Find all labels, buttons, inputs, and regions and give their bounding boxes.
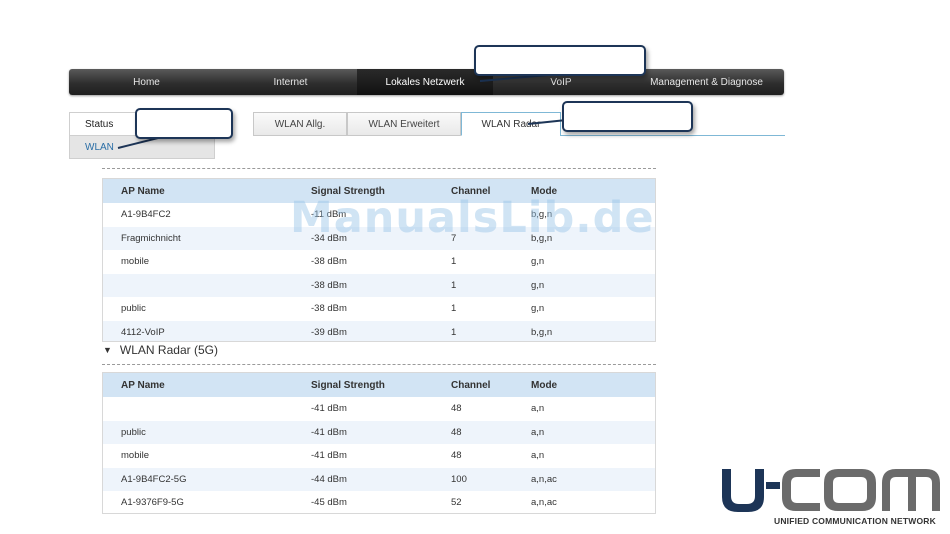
cell-ap-name: A1-9B4FC2 [121, 209, 171, 221]
nav-management-diagnose[interactable]: Management & Diagnose [629, 69, 784, 95]
cell-ap-name: public [121, 303, 146, 315]
table-row: 4112-VoIP -39 dBm 1 b,g,n [103, 320, 655, 341]
cell-channel: 100 [451, 473, 467, 485]
table-header: AP Name Signal Strength Channel Mode [103, 373, 655, 397]
cell-mode: a,n [531, 403, 545, 415]
cell-channel: 1 [451, 303, 457, 315]
logo-tagline: UNIFIED COMMUNICATION NETWORK [774, 516, 936, 526]
cell-ap-name: A1-9B4FC2-5G [121, 473, 187, 485]
cell-mode: a,n,ac [531, 473, 557, 485]
tab-wlan-allg[interactable]: WLAN Allg. [253, 112, 347, 136]
cell-signal: -39 dBm [311, 326, 347, 338]
cell-mode: a,n [531, 450, 545, 462]
callout-box-nav [474, 45, 646, 76]
section-toggle-5g[interactable]: ▼ WLAN Radar (5G) [103, 343, 218, 357]
cell-signal: -38 dBm [311, 256, 347, 268]
table-row: A1-9B4FC2-5G -44 dBm 100 a,n,ac [103, 467, 655, 491]
table-row: A1-9376F9-5G -45 dBm 52 a,n,ac [103, 491, 655, 515]
table-row: public -38 dBm 1 g,n [103, 297, 655, 321]
section-divider [102, 364, 656, 365]
tab-underline [560, 135, 785, 136]
cell-signal: -44 dBm [311, 473, 347, 485]
cell-mode: g,n [531, 256, 545, 268]
cell-ap-name: public [121, 426, 146, 438]
column-header: AP Name [121, 185, 165, 197]
cell-ap-name: mobile [121, 256, 149, 268]
column-header: AP Name [121, 379, 165, 391]
table-row: mobile -41 dBm 48 a,n [103, 444, 655, 468]
cell-channel: 1 [451, 279, 457, 291]
cell-channel: 1 [451, 256, 457, 268]
main-navigation: Home Internet Lokales Netzwerk VoIP Mana… [69, 69, 784, 95]
cell-signal: -38 dBm [311, 279, 347, 291]
section-divider [102, 168, 656, 169]
cell-ap-name: mobile [121, 450, 149, 462]
cell-ap-name: A1-9376F9-5G [121, 497, 184, 509]
cell-mode: b,g,n [531, 326, 553, 338]
cell-channel: 48 [451, 426, 462, 438]
cell-mode: a,n,ac [531, 497, 557, 509]
cell-channel: 52 [451, 497, 462, 509]
sidebar-item-wlan[interactable]: WLAN [69, 136, 215, 159]
cell-channel: 1 [451, 326, 457, 338]
watermark: ManualsLib.de [290, 193, 655, 243]
table-row: -38 dBm 1 g,n [103, 273, 655, 297]
callout-box-sidebar [135, 108, 233, 139]
cell-ap-name: 4112-VoIP [121, 326, 165, 338]
nav-internet[interactable]: Internet [224, 69, 357, 95]
cell-signal: -41 dBm [311, 403, 347, 415]
cell-mode: g,n [531, 279, 545, 291]
tab-wlan-erweitert[interactable]: WLAN Erweitert [347, 112, 461, 136]
cell-mode: g,n [531, 303, 545, 315]
column-header: Signal Strength [311, 379, 385, 391]
table-row: -41 dBm 48 a,n [103, 397, 655, 421]
column-header: Channel [451, 379, 491, 391]
cell-mode: a,n [531, 426, 545, 438]
wlan-radar-5g-table: AP Name Signal Strength Channel Mode -41… [102, 372, 656, 514]
cell-signal: -38 dBm [311, 303, 347, 315]
cell-signal: -45 dBm [311, 497, 347, 509]
nav-home[interactable]: Home [69, 69, 224, 95]
nav-lokales-netzwerk[interactable]: Lokales Netzwerk [357, 69, 493, 95]
column-header: Mode [531, 379, 558, 391]
cell-signal: -41 dBm [311, 426, 347, 438]
table-row: mobile -38 dBm 1 g,n [103, 250, 655, 274]
cell-signal: -41 dBm [311, 450, 347, 462]
cell-channel: 48 [451, 450, 462, 462]
cell-channel: 48 [451, 403, 462, 415]
wlan-subtabs: WLAN Allg. WLAN Erweitert WLAN Radar [253, 112, 561, 136]
section-title: WLAN Radar (5G) [119, 343, 218, 357]
table-row: public -41 dBm 48 a,n [103, 420, 655, 444]
collapse-triangle-icon: ▼ [103, 345, 112, 355]
tab-wlan-radar[interactable]: WLAN Radar [461, 112, 561, 136]
cell-ap-name: Fragmichnicht [121, 232, 181, 244]
callout-box-tab [562, 101, 693, 132]
